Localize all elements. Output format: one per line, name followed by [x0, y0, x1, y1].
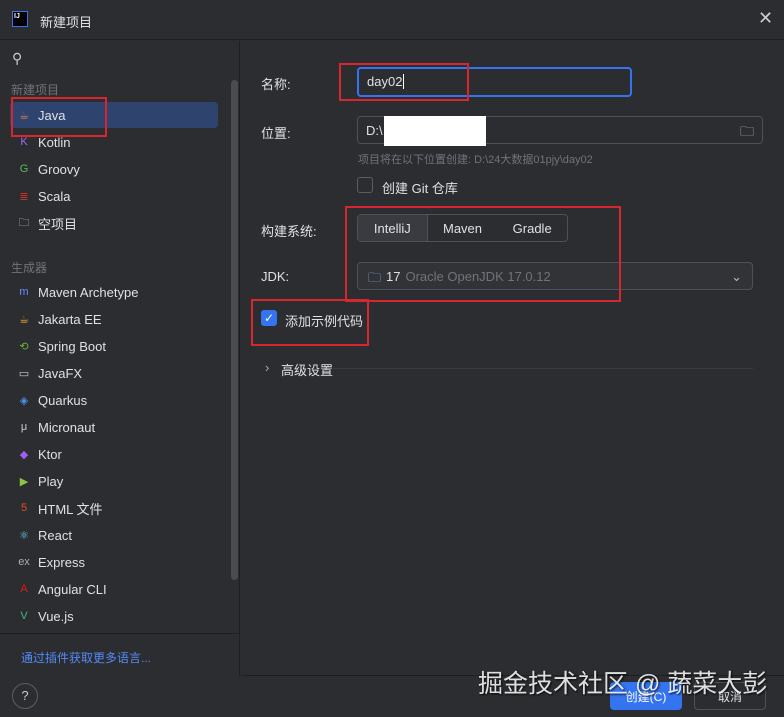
generator-item[interactable]: ▭ JavaFX — [10, 360, 218, 386]
generator-item[interactable]: V Vue.js — [10, 603, 218, 629]
generator-icon: m — [19, 286, 29, 298]
annotation-box — [345, 206, 621, 302]
generator-label: Micronaut — [38, 419, 96, 435]
generator-icon: ⟲ — [19, 340, 29, 353]
generator-item[interactable]: ◆ Ktor — [10, 441, 218, 467]
generator-icon: ⚛ — [19, 529, 29, 542]
generator-label: Maven Archetype — [38, 284, 139, 300]
generator-item[interactable]: ☕ Jakarta EE — [10, 306, 218, 332]
generator-item[interactable]: μ Micronaut — [10, 414, 218, 440]
sidebar-item-groovy[interactable]: G Groovy — [10, 156, 218, 182]
sidebar-item-scala[interactable]: ≣ Scala — [10, 183, 218, 209]
divider — [333, 368, 753, 369]
generator-item[interactable]: ex Express — [10, 549, 218, 575]
generator-icon: ▭ — [18, 367, 30, 380]
sidebar-item-label: 空项目 — [38, 216, 78, 232]
generator-icon: 5 — [20, 502, 28, 514]
generator-icon: ◈ — [19, 394, 29, 407]
generator-label: Express — [38, 554, 85, 570]
help-button[interactable]: ? — [12, 683, 38, 709]
generator-label: Vue.js — [38, 608, 74, 624]
redaction — [384, 116, 486, 146]
sidebar-item-空项目[interactable]: 🗀 空项目 — [10, 210, 218, 236]
location-hint: 项目将在以下位置创建: D:\24大数据01pjy\day02 — [358, 154, 593, 166]
annotation-box — [11, 97, 107, 137]
jdk-label: JDK: — [261, 269, 290, 284]
generator-icon: A — [20, 583, 28, 595]
generator-label: Quarkus — [38, 392, 88, 408]
search-icon[interactable]: ⚲ — [12, 50, 22, 67]
generator-label: Play — [38, 473, 64, 489]
generator-label: Spring Boot — [38, 338, 106, 354]
generator-label: React — [38, 527, 72, 543]
chevron-right-icon[interactable]: › — [265, 360, 269, 375]
generator-item[interactable]: 5 HTML 文件 — [10, 495, 218, 521]
section-generators: 生成器 — [11, 261, 48, 275]
generator-label: Jakarta EE — [38, 311, 102, 327]
window-title: 新建项目 — [40, 15, 93, 30]
generator-icon: ◆ — [19, 448, 29, 461]
folder-icon: 🗀 — [18, 216, 30, 229]
generator-icon: ☕ — [19, 313, 29, 326]
build-system-label: 构建系统: — [261, 224, 317, 239]
generator-item[interactable]: ◈ Quarkus — [10, 387, 218, 413]
close-icon[interactable]: ✕ — [758, 8, 773, 29]
generator-label: JavaFX — [38, 365, 83, 381]
sidebar-scrollbar[interactable] — [231, 80, 238, 580]
scala-icon: ≣ — [19, 190, 29, 203]
groovy-icon: G — [19, 163, 29, 175]
annotation-box — [339, 63, 469, 101]
folder-icon[interactable]: 🗀 — [740, 121, 754, 145]
generator-icon: ▶ — [19, 475, 29, 488]
generator-item[interactable]: A Angular CLI — [10, 576, 218, 602]
name-label: 名称: — [261, 77, 291, 92]
generator-icon: ex — [18, 556, 30, 568]
intellij-logo-icon: IJ — [12, 11, 28, 27]
generator-label: HTML 文件 — [38, 501, 103, 517]
sidebar-item-label: Scala — [38, 188, 71, 204]
sidebar-item-label: Groovy — [38, 161, 80, 177]
generator-item[interactable]: m Maven Archetype — [10, 279, 218, 305]
advanced-settings-toggle[interactable]: 高级设置 — [281, 360, 333, 379]
git-checkbox[interactable] — [357, 177, 373, 193]
git-label: 创建 Git 仓库 — [382, 181, 458, 196]
chevron-down-icon: ⌄ — [731, 269, 742, 284]
generator-item[interactable]: ⚛ React — [10, 522, 218, 548]
generator-item[interactable]: ▶ Play — [10, 468, 218, 494]
location-label: 位置: — [261, 126, 291, 141]
generator-label: Angular CLI — [38, 581, 107, 597]
generator-label: Ktor — [38, 446, 62, 462]
annotation-box — [251, 299, 369, 346]
section-new-project: 新建项目 — [11, 83, 60, 97]
more-languages-link[interactable]: 通过插件获取更多语言... — [21, 649, 151, 666]
generator-icon: μ — [20, 421, 28, 433]
generator-item[interactable]: ⟲ Spring Boot — [10, 333, 218, 359]
watermark: 掘金技术社区 @ 蔬菜大彭 — [478, 670, 768, 698]
generator-icon: V — [20, 610, 28, 622]
location-value: D:\ — [366, 123, 383, 138]
title-bar — [0, 0, 784, 40]
